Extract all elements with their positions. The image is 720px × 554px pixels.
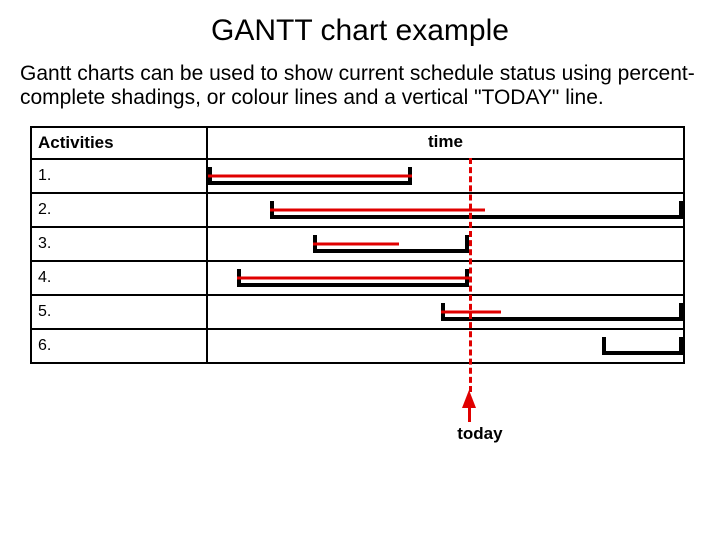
header-time-cell: time [208,128,683,158]
bar-progress [313,243,399,246]
activity-label: 1. [32,160,208,192]
today-line [469,158,472,392]
today-label: today [457,424,502,444]
table-row: 3. [32,226,683,260]
table-row: 6. [32,328,683,362]
gantt-chart: Activities time 1.2.3.4.5.6. [30,126,685,364]
gantt-bar [270,201,683,219]
time-cell [208,160,683,192]
activity-label: 2. [32,194,208,226]
bar-progress [270,209,485,212]
gantt-bar [208,167,412,185]
slide: GANTT chart example Gantt charts can be … [0,14,720,554]
page-title: GANTT chart example [0,14,720,48]
table-row: 4. [32,260,683,294]
header-activities: Activities [32,128,208,158]
bar-progress [208,175,412,178]
time-cell [208,262,683,294]
time-cell [208,296,683,328]
bar-progress [237,277,470,280]
description-text: Gantt charts can be used to show current… [20,62,704,110]
time-cell [208,228,683,260]
table-row: 2. [32,192,683,226]
gantt-bar [602,337,683,355]
time-cell [208,330,683,362]
bar-bracket [602,337,683,355]
arrow-stem [468,406,471,422]
header-time-label: time [208,132,683,152]
time-cell [208,194,683,226]
gantt-bar [237,269,470,287]
gantt-bar [313,235,470,253]
activity-label: 3. [32,228,208,260]
gantt-bar [441,303,683,321]
table-row: 5. [32,294,683,328]
table-header-row: Activities time [32,128,683,158]
activity-label: 4. [32,262,208,294]
activity-label: 5. [32,296,208,328]
activity-label: 6. [32,330,208,362]
table-row: 1. [32,158,683,192]
